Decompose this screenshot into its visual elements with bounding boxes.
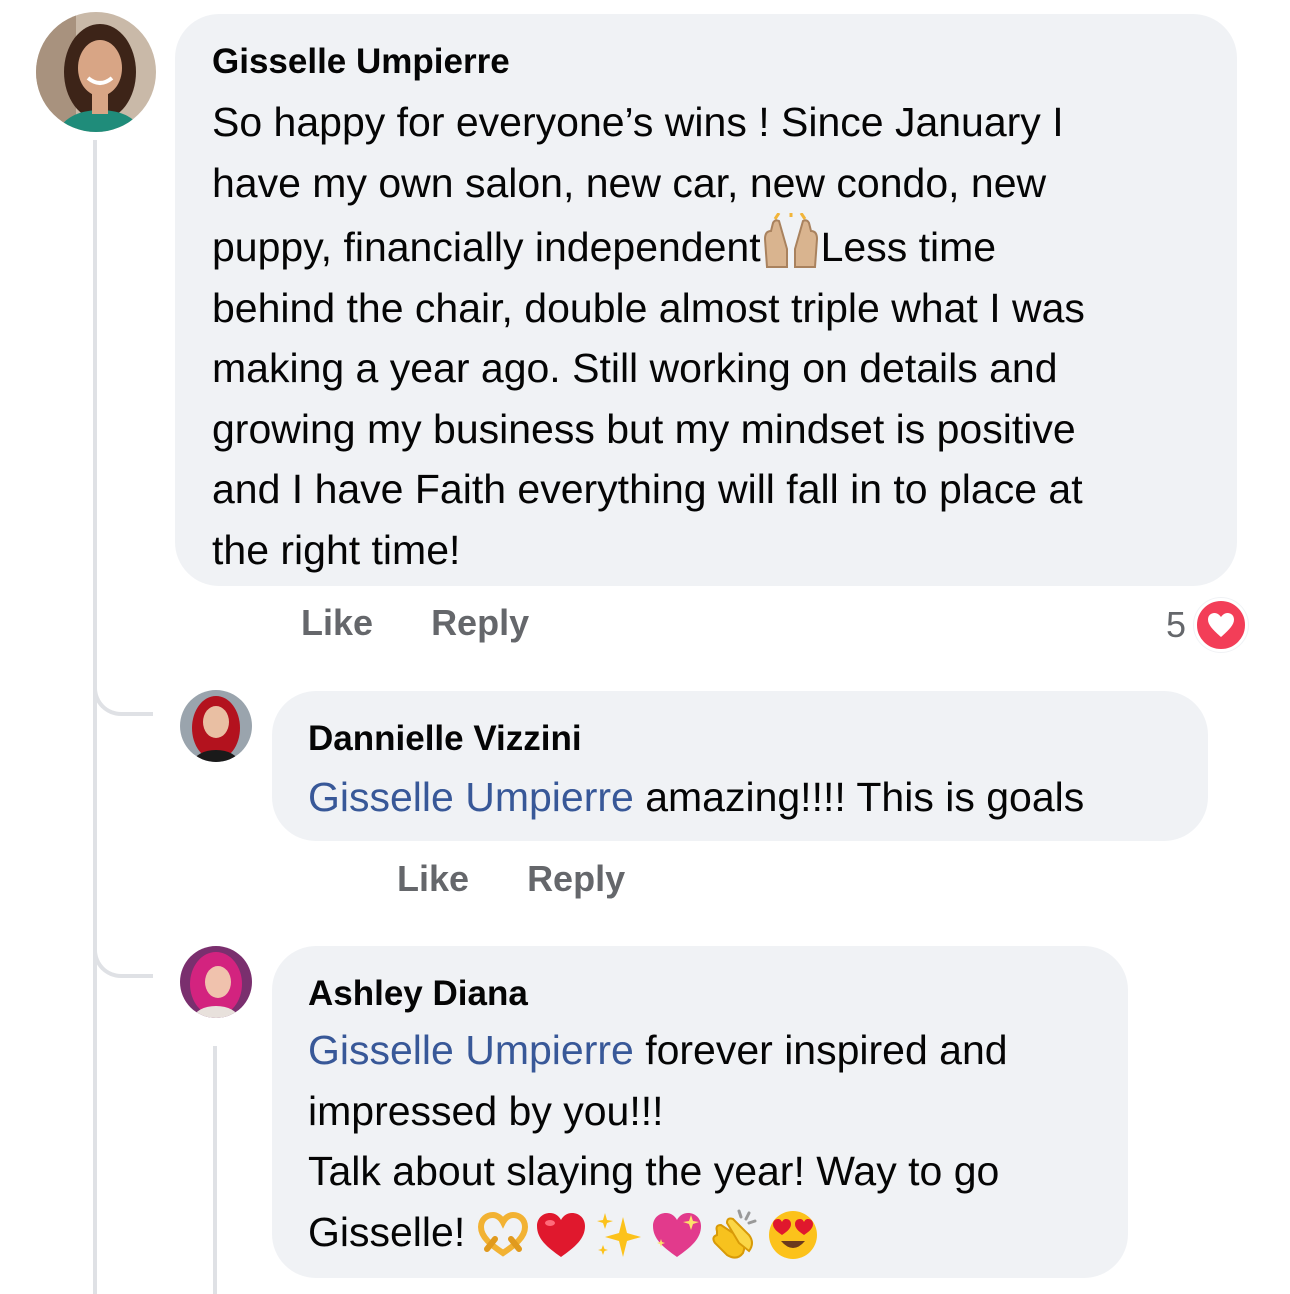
comment-line: the right time! [212, 526, 461, 573]
reply-button[interactable]: Reply [431, 602, 529, 643]
reply-button[interactable]: Reply [527, 858, 625, 899]
reply-line-text: amazing!!!! This is goals [633, 774, 1085, 820]
heart-hands-emoji [478, 1211, 529, 1257]
sparkles-emoji [597, 1212, 642, 1257]
comment-line: puppy, financially independent Less time [212, 213, 1237, 278]
comment-line: making a year ago. Still working on deta… [212, 345, 1058, 391]
reply-line-text: forever inspired and [633, 1027, 1008, 1073]
comment-line-text: puppy, financially independent [212, 224, 761, 270]
comment-actions: Like Reply [301, 602, 529, 644]
reply-bubble: Ashley Diana Gisselle Umpierre forever i… [272, 946, 1128, 1278]
thread-connector [93, 680, 153, 716]
reply-line: Talk about slaying the year! Way to go [308, 1148, 1000, 1194]
mention-link[interactable]: Gisselle Umpierre [308, 774, 634, 820]
comment-line: and I have Faith everything will fall in… [212, 466, 1083, 512]
comment-thread: Gisselle Umpierre So happy for everyone’… [0, 0, 1290, 1294]
thread-connector [93, 942, 153, 978]
thread-line [93, 140, 97, 1294]
reply-text: Gisselle Umpierre forever inspired and i… [308, 1020, 1128, 1262]
clapping-hands-emoji [712, 1209, 757, 1259]
reply-actions: Like Reply [397, 858, 625, 900]
reply-author[interactable]: Dannielle Vizzini [308, 717, 1208, 761]
comment-text: So happy for everyone’s wins ! Since Jan… [212, 92, 1237, 580]
sparkling-heart-emoji [653, 1212, 702, 1257]
like-button[interactable]: Like [301, 602, 373, 643]
reaction-count: 5 [1166, 604, 1187, 645]
heart-eyes-emoji [769, 1210, 818, 1259]
reply-line: Gisselle Umpierre amazing!!!! This is go… [308, 767, 1208, 828]
mention-link[interactable]: Gisselle Umpierre [308, 1027, 634, 1073]
reply-text: Gisselle Umpierre amazing!!!! This is go… [308, 767, 1208, 828]
avatar-dannielle-vizzini[interactable] [180, 690, 252, 762]
reply-line: impressed by you!!! [308, 1087, 664, 1134]
reply-author[interactable]: Ashley Diana [308, 972, 1128, 1016]
reply-line-text: Gisselle! [308, 1208, 466, 1255]
reply-bubble: Dannielle Vizzini Gisselle Umpierre amaz… [272, 691, 1208, 841]
heart-icon [1194, 598, 1249, 652]
reaction-summary[interactable]: 5 [1166, 598, 1249, 652]
comment-line: So happy for everyone’s wins ! Since Jan… [212, 99, 1064, 145]
comment-author[interactable]: Gisselle Umpierre [212, 40, 1237, 84]
avatar-gisselle-umpierre[interactable] [36, 12, 156, 132]
raising-hands-emoji [763, 213, 818, 268]
comment-line: growing my business but my mindset is po… [212, 405, 1076, 452]
emoji-row [477, 1209, 819, 1261]
reply-line: Gisselle Umpierre forever inspired and [308, 1020, 1128, 1081]
thread-line [213, 1046, 217, 1294]
red-heart-emoji [537, 1212, 586, 1257]
comment-line: behind the chair, double almost triple w… [212, 284, 1085, 331]
comment-line-text: Less time [820, 224, 997, 270]
avatar-ashley-diana[interactable] [180, 946, 252, 1018]
like-button[interactable]: Like [397, 858, 469, 899]
reply-line: Gisselle! [308, 1202, 1128, 1263]
comment-line: have my own salon, new car, new condo, n… [212, 159, 1047, 206]
comment-bubble: Gisselle Umpierre So happy for everyone’… [175, 14, 1237, 586]
